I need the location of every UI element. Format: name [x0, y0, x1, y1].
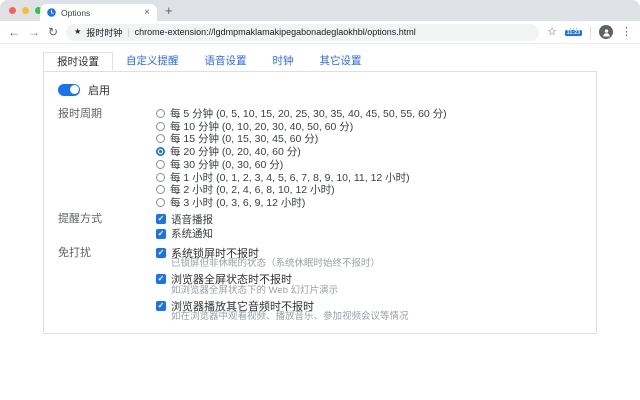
address-bar[interactable]: ★ 报时时钟 | chrome-extension://lgdmpmaklama…: [66, 24, 539, 41]
settings-tabs: 报时设置自定义提醒语音设置时钟其它设置: [43, 52, 597, 72]
period-section: 报时周期 每 5 分钟 (0, 5, 10, 15, 20, 25, 30, 3…: [58, 107, 582, 209]
settings-tab-2[interactable]: 语音设置: [192, 52, 260, 71]
notify-options: ✓ 语音播报 ✓ 系统通知: [156, 212, 213, 241]
notify-option-1[interactable]: ✓ 系统通知: [156, 227, 213, 242]
dnd-options: ✓系统锁屏时不报时已锁屏但非休眠的状态（系统休眠时始终不报时） ✓浏览器全屏状态时…: [156, 246, 409, 326]
back-icon[interactable]: ←: [8, 26, 20, 38]
dnd-option-desc: 如浏览器全屏状态下的 Web 幻灯片演示: [171, 286, 409, 297]
dnd-option-2: ✓浏览器播放其它音频时不报时如在浏览器中观看视频、播放音乐、参加视频会议等情况: [156, 299, 409, 323]
browser-tab-options[interactable]: Options ×: [40, 4, 157, 21]
dnd-option-row-1[interactable]: ✓浏览器全屏状态时不报时: [156, 273, 409, 286]
dnd-option-1: ✓浏览器全屏状态时不报时如浏览器全屏状态下的 Web 幻灯片演示: [156, 273, 409, 297]
person-icon: [602, 28, 611, 37]
toolbar-divider: [590, 26, 591, 39]
reload-icon[interactable]: ↻: [48, 26, 58, 38]
dnd-section: 免打扰 ✓系统锁屏时不报时已锁屏但非休眠的状态（系统休眠时始终不报时） ✓浏览器全…: [58, 246, 582, 326]
omnibox-extension-name: 报时时钟: [86, 26, 122, 39]
dnd-option-desc: 已锁屏但非休眠的状态（系统休眠时始终不报时）: [171, 259, 409, 270]
radio-unchecked-icon[interactable]: [156, 198, 165, 207]
settings-tab-3[interactable]: 时钟: [260, 52, 307, 71]
browser-menu-icon[interactable]: ⋮: [621, 27, 632, 38]
checkbox-checked-icon[interactable]: ✓: [156, 229, 166, 239]
window-minimize-button[interactable]: [22, 7, 29, 14]
radio-unchecked-icon[interactable]: [156, 160, 165, 169]
tab-close-icon[interactable]: ×: [144, 8, 150, 18]
period-section-label: 报时周期: [58, 107, 156, 121]
options-page: 报时设置自定义提醒语音设置时钟其它设置 启用 报时周期 每 5 分钟 (0, 5…: [0, 44, 640, 334]
radio-unchecked-icon[interactable]: [156, 134, 165, 143]
omnibox-url: chrome-extension://lgdmpmaklamakipegabon…: [135, 27, 532, 37]
profile-avatar[interactable]: [599, 25, 613, 39]
omnibox-separator: |: [127, 27, 129, 37]
period-option-label: 每 3 小时 (0, 3, 6, 9, 12 小时): [170, 195, 305, 210]
settings-card: 报时设置自定义提醒语音设置时钟其它设置 启用 报时周期 每 5 分钟 (0, 5…: [43, 52, 597, 334]
bookmark-star-icon[interactable]: ☆: [547, 27, 557, 38]
settings-tab-0[interactable]: 报时设置: [43, 52, 113, 71]
window-close-button[interactable]: [9, 7, 16, 14]
extension-favicon-icon: [47, 8, 56, 17]
dnd-section-label: 免打扰: [58, 246, 156, 260]
notify-option-0[interactable]: ✓ 语音播报: [156, 212, 213, 227]
notify-option-label: 系统通知: [171, 226, 213, 241]
extension-badge-time: 11:23: [565, 30, 582, 36]
window-controls: [9, 7, 42, 14]
checkbox-checked-icon[interactable]: ✓: [156, 214, 166, 224]
settings-panel: 启用 报时周期 每 5 分钟 (0, 5, 10, 15, 20, 25, 30…: [43, 72, 597, 334]
extension-clock-icon[interactable]: 11:23: [565, 28, 582, 37]
browser-tabstrip: Options × +: [0, 0, 640, 21]
enable-row: 启用: [58, 83, 582, 96]
settings-tab-4[interactable]: 其它设置: [307, 52, 375, 71]
notify-section-label: 提醒方式: [58, 212, 156, 226]
new-tab-icon[interactable]: +: [165, 3, 173, 18]
site-icon: ★: [74, 28, 81, 36]
clock-tower-dots: [570, 28, 578, 30]
period-options: 每 5 分钟 (0, 5, 10, 15, 20, 25, 30, 35, 40…: [156, 107, 447, 209]
radio-unchecked-icon[interactable]: [156, 122, 165, 131]
toggle-knob: [70, 85, 79, 94]
dnd-option-0: ✓系统锁屏时不报时已锁屏但非休眠的状态（系统休眠时始终不报时）: [156, 246, 409, 270]
radio-unchecked-icon[interactable]: [156, 109, 165, 118]
notify-option-label: 语音播报: [171, 212, 213, 227]
enable-label: 启用: [88, 82, 110, 98]
browser-tab-title: Options: [61, 8, 139, 18]
notify-section: 提醒方式 ✓ 语音播报 ✓ 系统通知: [58, 212, 582, 241]
enable-toggle[interactable]: [58, 84, 80, 96]
forward-icon[interactable]: →: [28, 26, 40, 38]
period-option-7[interactable]: 每 3 小时 (0, 3, 6, 9, 12 小时): [156, 196, 447, 209]
radio-unchecked-icon[interactable]: [156, 185, 165, 194]
browser-toolbar: ← → ↻ ★ 报时时钟 | chrome-extension://lgdmpm…: [0, 21, 640, 44]
checkbox-checked-icon[interactable]: ✓: [156, 248, 166, 258]
browser-window: Options × + ← → ↻ ★ 报时时钟 | chrome-extens…: [0, 0, 640, 334]
settings-tab-1[interactable]: 自定义提醒: [113, 52, 192, 71]
radio-checked-icon[interactable]: [156, 147, 165, 156]
radio-unchecked-icon[interactable]: [156, 173, 165, 182]
checkbox-checked-icon[interactable]: ✓: [156, 274, 166, 284]
dnd-option-desc: 如在浏览器中观看视频、播放音乐、参加视频会议等情况: [171, 312, 409, 323]
checkbox-checked-icon[interactable]: ✓: [156, 301, 166, 311]
